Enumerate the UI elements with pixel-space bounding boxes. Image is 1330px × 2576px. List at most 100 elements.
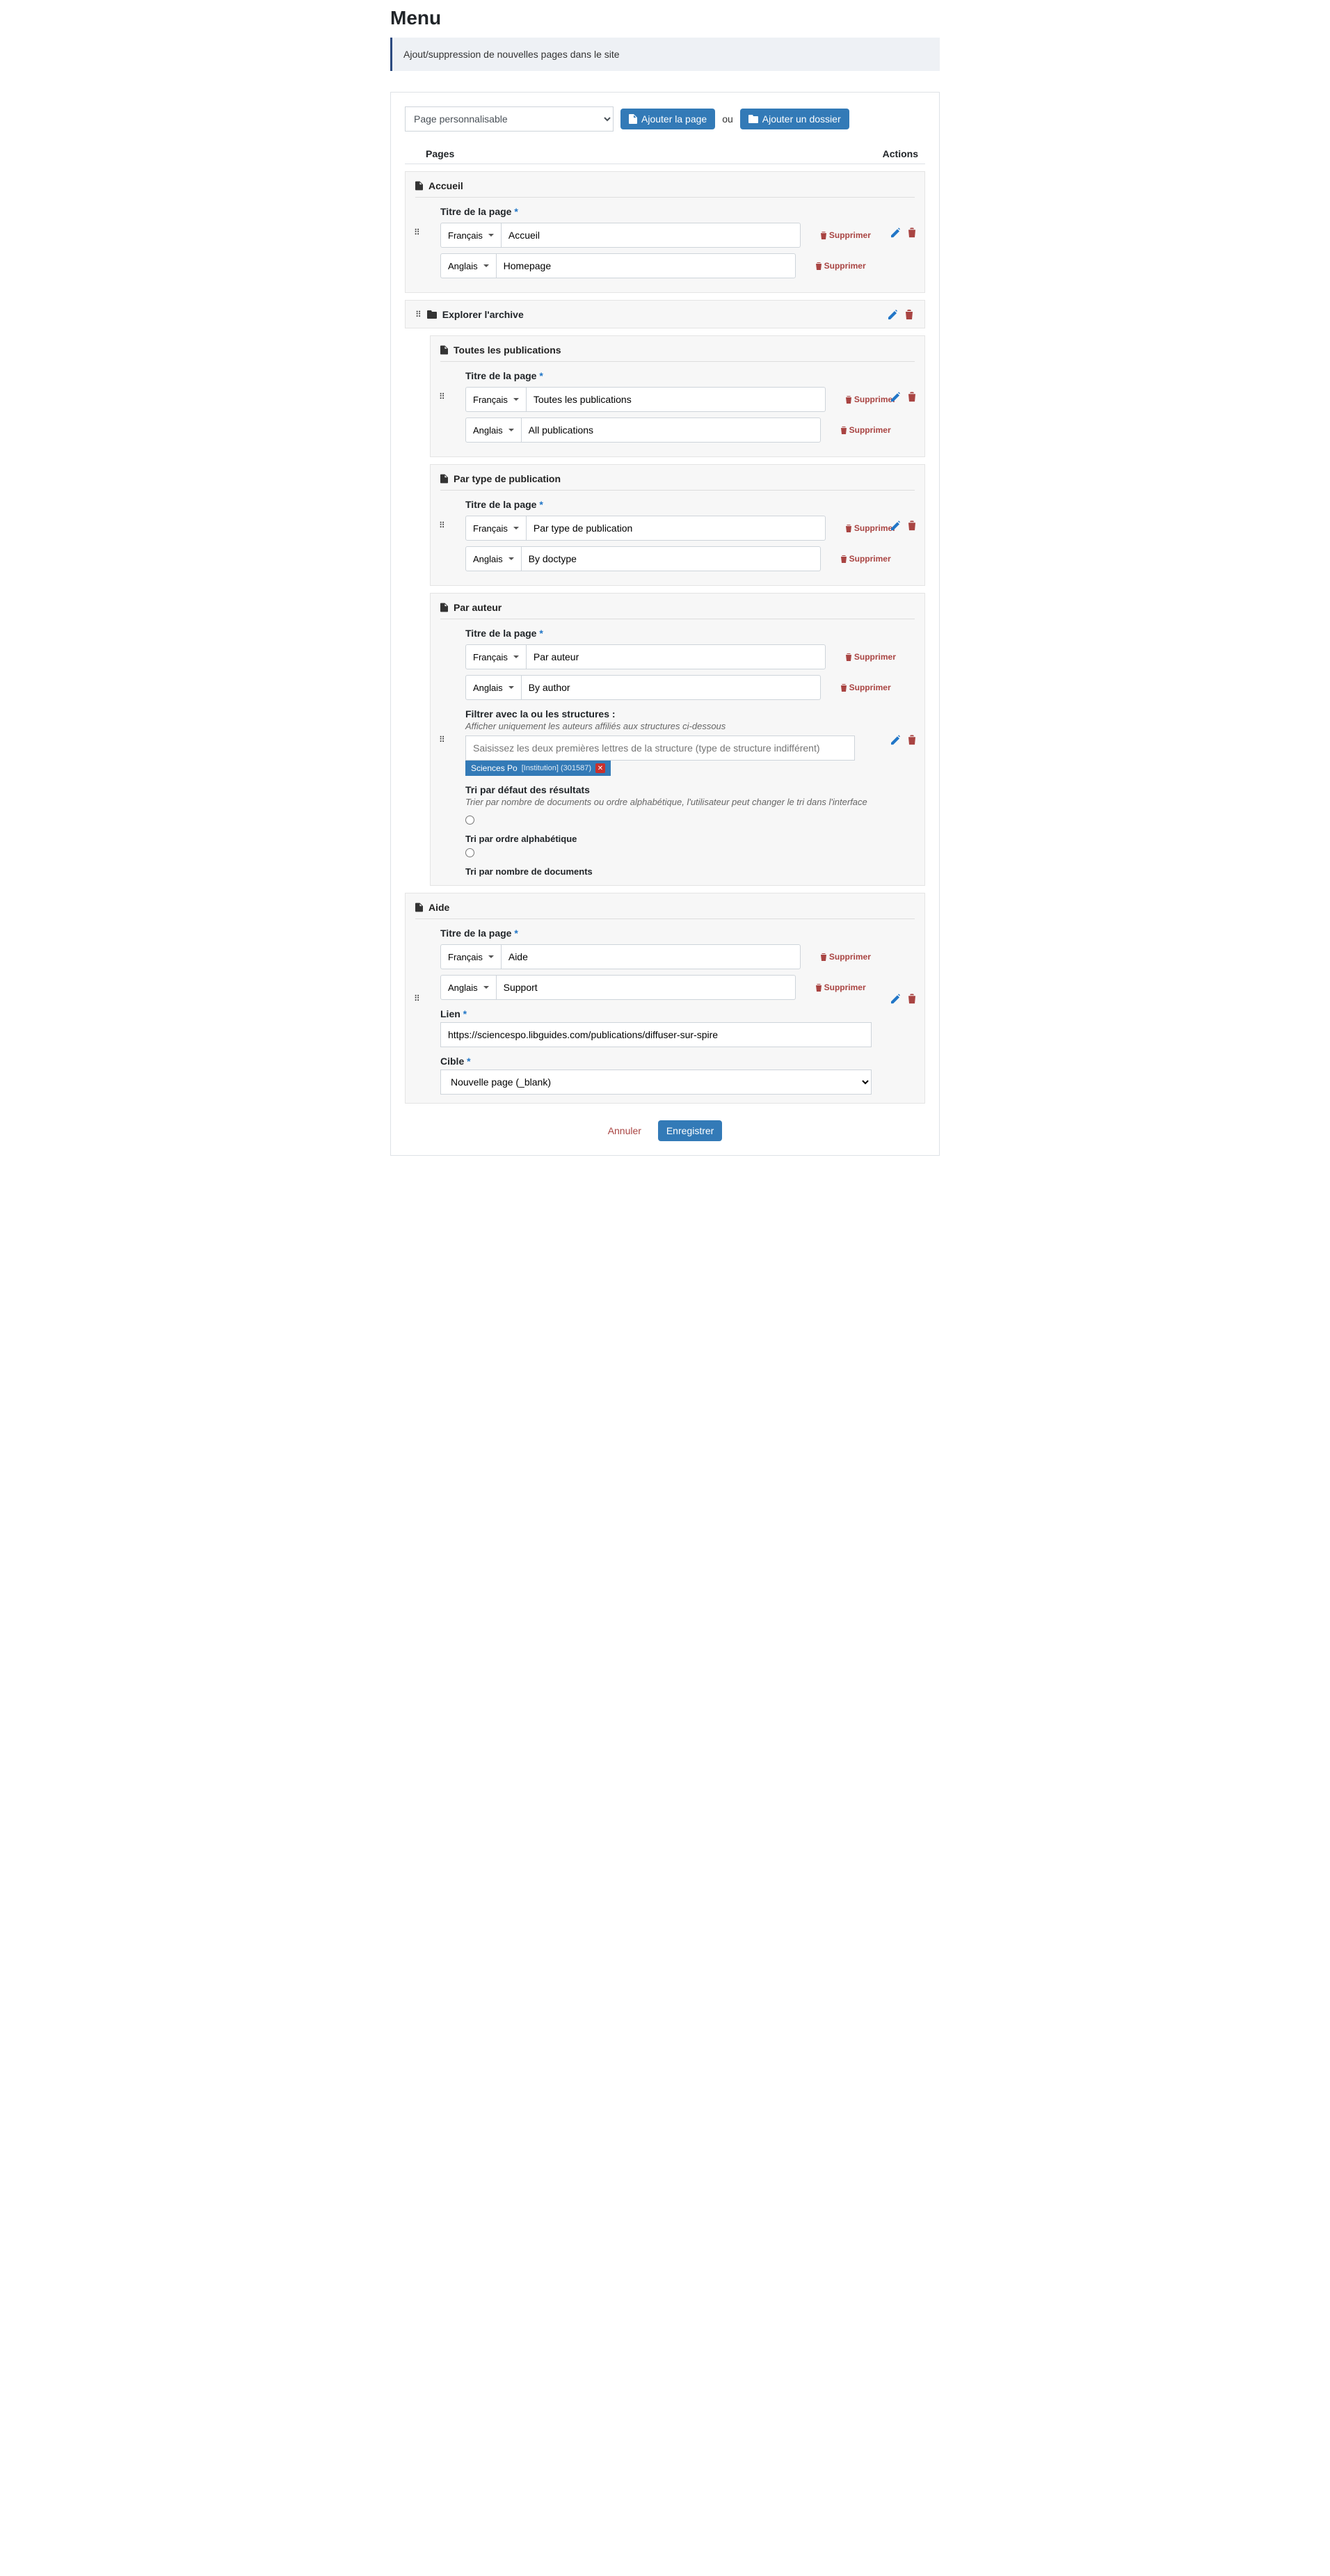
lang-en-button[interactable]: Anglais (440, 253, 497, 278)
folder-item-explorer: ⠿ Explorer l'archive (405, 300, 925, 328)
trash-icon (820, 232, 827, 239)
delete-fr-button[interactable]: Supprimer (820, 952, 871, 962)
edit-button[interactable] (890, 992, 902, 1005)
edit-button[interactable] (890, 518, 902, 532)
edit-button[interactable] (890, 225, 902, 239)
col-pages: Pages (426, 148, 454, 159)
drag-handle-icon[interactable]: ⠿ (414, 994, 420, 1003)
delete-button[interactable] (906, 733, 918, 746)
lang-en-button[interactable]: Anglais (465, 675, 522, 700)
title-fr-input[interactable] (527, 387, 826, 412)
trash-icon (845, 396, 852, 404)
pencil-icon (891, 228, 901, 237)
delete-en-button[interactable]: Supprimer (815, 983, 866, 992)
title-label: Titre de la page * (465, 628, 915, 644)
file-icon (415, 181, 423, 191)
struct-chip: Sciences Po [Institution] (301587) ✕ (465, 761, 611, 776)
lang-en-button[interactable]: Anglais (440, 975, 497, 1000)
delete-button[interactable] (906, 390, 918, 403)
pencil-icon (891, 994, 901, 1004)
file-icon (440, 345, 448, 355)
page-item-accueil: ⠿ Accueil Titre de la page * Français Su… (405, 171, 925, 293)
delete-en-button[interactable]: Supprimer (840, 554, 891, 564)
lang-fr-button[interactable]: Français (465, 387, 527, 412)
page-type-select[interactable]: Page personnalisable (405, 106, 614, 132)
target-select[interactable]: Nouvelle page (_blank) (440, 1070, 872, 1095)
page-item-aide: ⠿ Aide Titre de la page * Français Suppr… (405, 893, 925, 1104)
pencil-icon (891, 521, 901, 531)
title-en-input[interactable] (522, 546, 821, 571)
drag-handle-icon[interactable]: ⠿ (439, 735, 445, 745)
trash-icon (908, 228, 916, 237)
delete-fr-button[interactable]: Supprimer (845, 652, 896, 662)
lang-en-button[interactable]: Anglais (465, 418, 522, 443)
lang-fr-button[interactable]: Français (465, 516, 527, 541)
delete-fr-button[interactable]: Supprimer (820, 230, 871, 240)
delete-fr-button[interactable]: Supprimer (845, 395, 896, 404)
sort-hint: Trier par nombre de documents ou ordre a… (465, 797, 915, 807)
title-fr-input[interactable] (527, 516, 826, 541)
trash-icon (815, 262, 822, 270)
lang-en-button[interactable]: Anglais (465, 546, 522, 571)
save-button[interactable]: Enregistrer (658, 1120, 722, 1141)
delete-en-button[interactable]: Supprimer (840, 683, 891, 692)
title-en-input[interactable] (497, 975, 796, 1000)
trash-icon (840, 684, 847, 692)
delete-fr-button[interactable]: Supprimer (845, 523, 896, 533)
trash-icon (845, 525, 852, 532)
sort-default-radio[interactable] (465, 816, 474, 825)
sort-default-label: Tri par défaut des résultats (465, 784, 915, 795)
drag-handle-icon[interactable]: ⠿ (439, 520, 445, 530)
trash-icon (845, 653, 852, 661)
lang-fr-button[interactable]: Français (440, 223, 502, 248)
filter-struct-hint: Afficher uniquement les auteurs affiliés… (465, 721, 915, 731)
edit-button[interactable] (887, 308, 899, 321)
col-actions: Actions (883, 148, 918, 159)
delete-en-button[interactable]: Supprimer (840, 425, 891, 435)
add-folder-button[interactable]: Ajouter un dossier (740, 109, 849, 129)
drag-handle-icon[interactable]: ⠿ (414, 228, 420, 237)
or-text: ou (722, 113, 733, 125)
cancel-button[interactable]: Annuler (608, 1125, 641, 1136)
add-page-button[interactable]: Ajouter la page (620, 109, 715, 129)
drag-handle-icon[interactable]: ⠿ (415, 310, 422, 319)
page-title: Menu (390, 7, 940, 29)
title-en-input[interactable] (497, 253, 796, 278)
link-label: Lien * (440, 1008, 915, 1019)
delete-en-button[interactable]: Supprimer (815, 261, 866, 271)
folder-icon (748, 115, 758, 123)
sort-alpha-radio[interactable] (465, 848, 474, 857)
page-item-auteur: ⠿ Par auteur Titre de la page * Français… (430, 593, 925, 886)
delete-button[interactable] (906, 225, 918, 239)
trash-icon (815, 984, 822, 992)
trash-icon (840, 427, 847, 434)
trash-icon (908, 994, 916, 1004)
drag-handle-icon[interactable]: ⠿ (439, 392, 445, 401)
sort-count-label: Tri par nombre de documents (465, 866, 915, 877)
file-icon (629, 114, 637, 124)
lang-fr-button[interactable]: Français (440, 944, 502, 969)
edit-button[interactable] (890, 733, 902, 746)
title-en-input[interactable] (522, 675, 821, 700)
trash-icon (908, 521, 916, 531)
delete-button[interactable] (906, 992, 918, 1005)
trash-icon (908, 736, 916, 745)
title-fr-input[interactable] (502, 944, 801, 969)
title-fr-input[interactable] (527, 644, 826, 669)
title-label: Titre de la page * (465, 499, 915, 516)
file-icon (415, 903, 423, 912)
delete-button[interactable] (904, 308, 915, 321)
link-input[interactable] (440, 1022, 872, 1047)
title-en-input[interactable] (522, 418, 821, 443)
page-item-doctype: ⠿ Par type de publication Titre de la pa… (430, 464, 925, 586)
edit-button[interactable] (890, 390, 902, 403)
title-label: Titre de la page * (440, 206, 915, 223)
chip-remove-icon[interactable]: ✕ (595, 763, 605, 773)
file-icon (440, 474, 448, 484)
trash-icon (820, 953, 827, 961)
lang-fr-button[interactable]: Français (465, 644, 527, 669)
sort-alpha-label: Tri par ordre alphabétique (465, 834, 915, 844)
struct-search-input[interactable] (465, 736, 855, 761)
delete-button[interactable] (906, 518, 918, 532)
title-fr-input[interactable] (502, 223, 801, 248)
